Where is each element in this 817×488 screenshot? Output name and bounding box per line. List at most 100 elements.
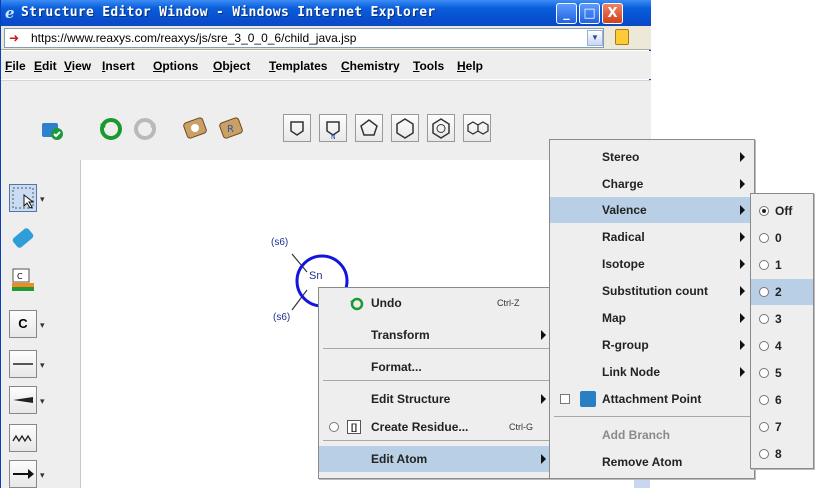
- naphthalene-template-button[interactable]: [463, 114, 491, 142]
- cyclopentane-template-button[interactable]: [355, 114, 383, 142]
- substituent-label-bottom: (s6): [273, 312, 291, 323]
- wedge-dropdown-icon[interactable]: ▾: [40, 396, 50, 406]
- wedge-bond-button[interactable]: [9, 386, 37, 414]
- menu-item-attachment-point[interactable]: Attachment Point: [550, 386, 754, 412]
- format-label: Format...: [371, 360, 422, 374]
- single-bond-button[interactable]: [9, 350, 37, 378]
- substituent-label-top: (s6): [271, 237, 289, 248]
- radio-icon: [759, 422, 769, 432]
- close-button[interactable]: X: [602, 3, 623, 24]
- menu-view[interactable]: View: [64, 59, 91, 73]
- menu-item-radical[interactable]: Radical: [550, 224, 754, 250]
- residue-bracket-icon: []: [347, 420, 361, 434]
- submenu-arrow-icon: [740, 232, 745, 242]
- menu-options[interactable]: Options: [153, 59, 198, 73]
- menu-item-r-group[interactable]: R-group: [550, 332, 754, 358]
- menu-item-map[interactable]: Map: [550, 305, 754, 331]
- menu-item-isotope[interactable]: Isotope: [550, 251, 754, 277]
- menu-edit[interactable]: Edit: [34, 59, 57, 73]
- menu-chemistry[interactable]: Chemistry: [341, 59, 400, 73]
- screen: e Structure Editor Window - Windows Inte…: [0, 0, 817, 488]
- radio-icon: [759, 260, 769, 270]
- menu-item-edit-structure[interactable]: Edit Structure: [319, 386, 553, 412]
- cyclohexane-template-button[interactable]: [391, 114, 419, 142]
- submenu-arrow-icon: [740, 179, 745, 189]
- page-icon: ➜: [9, 31, 20, 45]
- menu-item-transform[interactable]: Transform: [319, 322, 553, 348]
- title-bar[interactable]: e Structure Editor Window - Windows Inte…: [1, 0, 651, 26]
- menu-item-stereo[interactable]: Stereo: [550, 144, 754, 170]
- atom-dropdown-icon[interactable]: ▾: [40, 320, 50, 330]
- valence-option-3[interactable]: 3: [751, 306, 813, 332]
- bond-dropdown-icon[interactable]: ▾: [40, 360, 50, 370]
- chain-tool-button[interactable]: [9, 424, 37, 452]
- tin-atom[interactable]: Sn: [309, 270, 322, 282]
- select-dropdown-icon[interactable]: ▾: [40, 194, 50, 204]
- valence-option-0[interactable]: 0: [751, 225, 813, 251]
- valence-option-7[interactable]: 7: [751, 414, 813, 440]
- remove-atom-label: Remove Atom: [602, 455, 683, 469]
- valence-option-1[interactable]: 1: [751, 252, 813, 278]
- valence-option-8[interactable]: 8: [751, 441, 813, 467]
- radio-icon: [759, 314, 769, 324]
- reaction-arrow-button[interactable]: [9, 460, 37, 488]
- menu-item-create-residue[interactable]: [] Create Residue... Ctrl-G: [319, 414, 553, 440]
- menu-item-remove-atom[interactable]: Remove Atom: [550, 449, 754, 475]
- create-residue-label: Create Residue...: [371, 420, 469, 434]
- carbon-atom-button[interactable]: C: [9, 310, 37, 338]
- menu-item-link-node[interactable]: Link Node: [550, 359, 754, 385]
- menu-file[interactable]: File: [5, 59, 26, 73]
- atom-submenu: Stereo Charge Valence Radical Isotope Su…: [549, 139, 755, 479]
- periodic-table-icon[interactable]: C: [9, 266, 37, 294]
- window-title: Structure Editor Window - Windows Intern…: [21, 5, 436, 20]
- template-book-icon[interactable]: [181, 114, 209, 142]
- valence-option-label: 5: [775, 366, 782, 380]
- menu-insert[interactable]: Insert: [102, 59, 135, 73]
- r-group-label: R-group: [602, 338, 649, 352]
- minimize-button[interactable]: _: [556, 3, 577, 24]
- lock-icon[interactable]: [615, 29, 629, 45]
- address-field[interactable]: ➜ https://www.reaxys.com/reaxys/js/sre_3…: [4, 28, 604, 48]
- undo-label: Undo: [371, 296, 402, 310]
- valence-option-2[interactable]: 2: [751, 279, 813, 305]
- undo-icon[interactable]: [97, 114, 125, 142]
- menu-object[interactable]: Object: [213, 59, 250, 73]
- submenu-arrow-icon: [541, 394, 546, 404]
- valence-option-label: 8: [775, 447, 782, 461]
- menu-help[interactable]: Help: [457, 59, 483, 73]
- charge-label: Charge: [602, 177, 644, 191]
- undo-shortcut: Ctrl-Z: [497, 298, 520, 308]
- submenu-arrow-icon: [740, 205, 745, 215]
- reaction-book-icon[interactable]: R: [217, 114, 245, 142]
- menu-templates[interactable]: Templates: [269, 59, 327, 73]
- redo-icon[interactable]: [131, 114, 159, 142]
- valence-option-label: 1: [775, 258, 782, 272]
- menu-item-charge[interactable]: Charge: [550, 171, 754, 197]
- arrow-dropdown-icon[interactable]: ▾: [40, 470, 50, 480]
- menu-item-edit-atom[interactable]: Edit Atom: [319, 446, 553, 472]
- menu-item-format[interactable]: Format...: [319, 354, 553, 380]
- link-node-label: Link Node: [602, 365, 661, 379]
- menu-item-substitution-count[interactable]: Substitution count: [550, 278, 754, 304]
- submenu-arrow-icon: [541, 454, 546, 464]
- checkbox-icon: [560, 394, 570, 404]
- maximize-button[interactable]: □: [579, 3, 600, 24]
- menu-item-undo[interactable]: Undo Ctrl-Z: [319, 290, 553, 316]
- url-text: https://www.reaxys.com/reaxys/js/sre_3_0…: [31, 31, 357, 45]
- submenu-arrow-icon: [740, 152, 745, 162]
- select-arrow-icon[interactable]: [9, 184, 37, 212]
- menu-tools[interactable]: Tools: [413, 59, 444, 73]
- valence-option-off[interactable]: Off: [751, 198, 813, 224]
- submenu-arrow-icon: [740, 286, 745, 296]
- eraser-icon[interactable]: [9, 224, 37, 252]
- chevron-down-icon[interactable]: ▼: [587, 30, 603, 46]
- n-ring-template-button[interactable]: N: [319, 114, 347, 142]
- valence-option-5[interactable]: 5: [751, 360, 813, 386]
- menu-separator: [323, 348, 549, 349]
- cyclopropane-template-button[interactable]: [283, 114, 311, 142]
- valence-option-6[interactable]: 6: [751, 387, 813, 413]
- clean-structure-icon[interactable]: [37, 114, 65, 142]
- menu-item-valence[interactable]: Valence: [550, 197, 754, 223]
- valence-option-4[interactable]: 4: [751, 333, 813, 359]
- benzene-template-button[interactable]: [427, 114, 455, 142]
